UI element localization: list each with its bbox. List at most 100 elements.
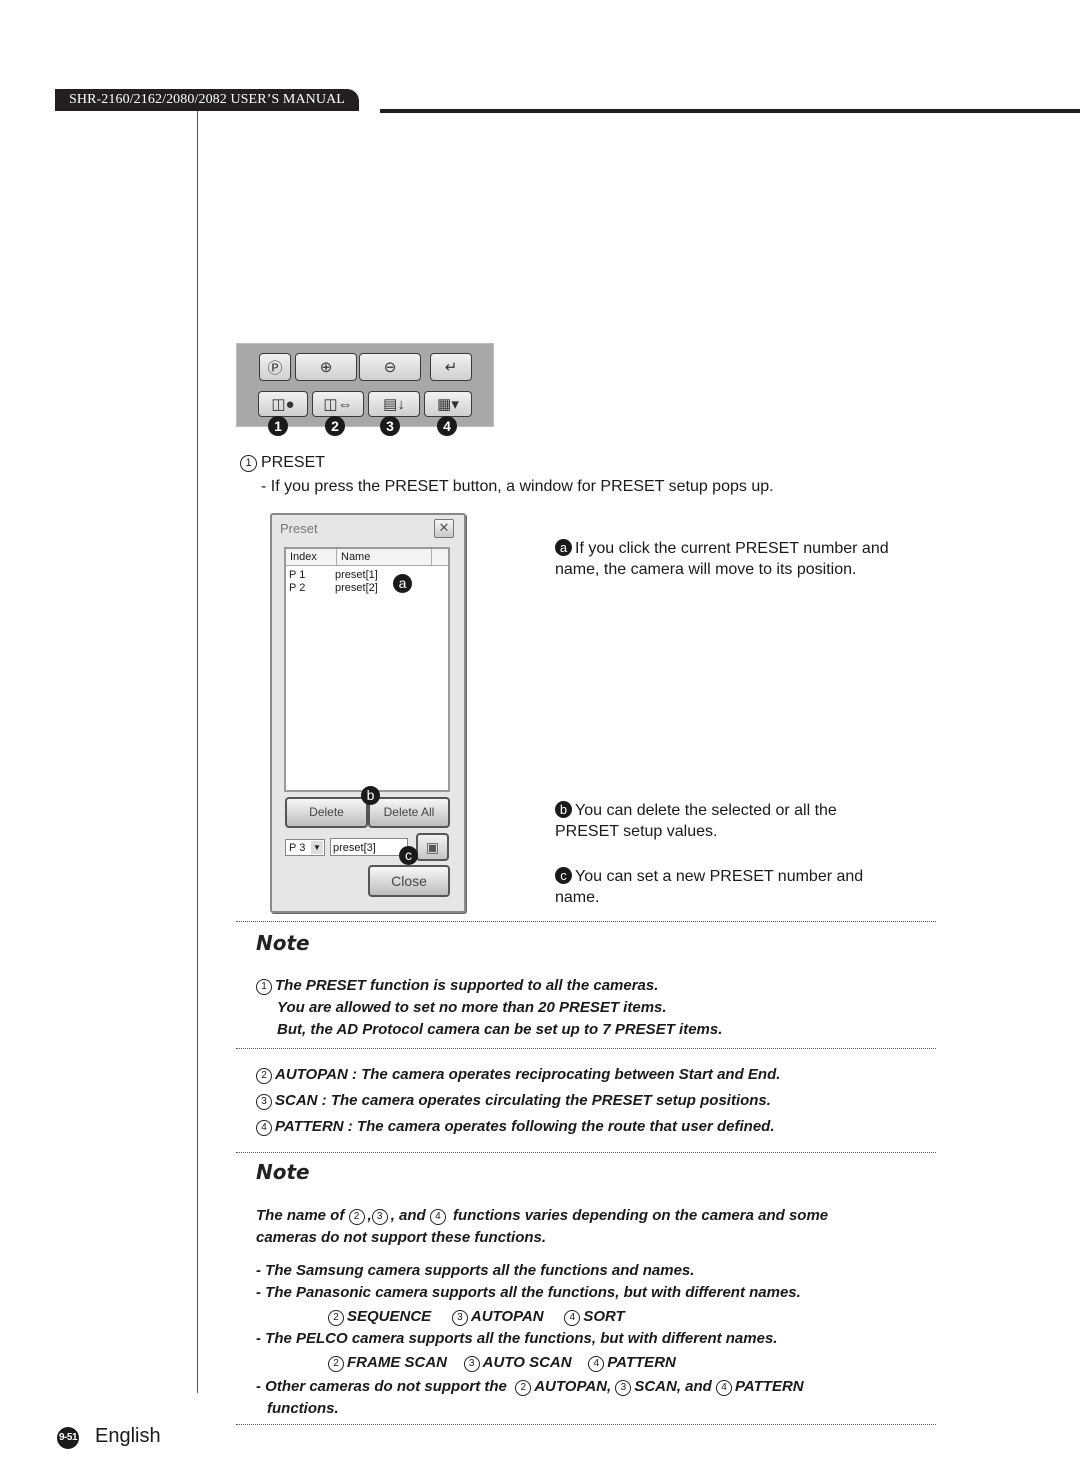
preset-list[interactable]: Index Name P 1 preset[1] P 2 preset[2] (284, 547, 450, 792)
badge-a: a (555, 539, 572, 556)
badge-c: c (555, 867, 572, 884)
annotation-b-text: You can delete the selected or all the P… (555, 802, 837, 840)
pattern-icon: ▦▾ (437, 396, 459, 413)
circled-number: 4 (588, 1356, 605, 1372)
note-text: The name of (256, 1207, 345, 1224)
annotation-c-text: You can set a new PRESET number and name… (555, 868, 864, 906)
column-name[interactable]: Name (337, 549, 432, 565)
label-a: a (393, 574, 412, 593)
zoom-in-icon: ⊕ (319, 359, 333, 376)
circled-number: 3 (451, 1310, 468, 1326)
ptz-toolbar: Ⓟ ⊕ ⊖ ↵ ◫● ◫⇔ ▤↓ ▦▾ (236, 343, 494, 427)
note-heading: Note (256, 1160, 310, 1184)
section-title: PRESET (261, 454, 326, 471)
note-text: functions varies depending on the camera… (453, 1207, 829, 1224)
list-item[interactable]: P 2 preset[2] (286, 582, 448, 595)
pattern-button[interactable]: ▦▾ (424, 391, 472, 417)
select-value: P 3 (289, 842, 306, 854)
circled-number: 3 (371, 1209, 388, 1225)
autopan-button[interactable]: ◫⇔ (312, 391, 364, 417)
note-text: - Other cameras do not support the (256, 1378, 507, 1395)
circled-number: 4 (429, 1209, 446, 1225)
column-index[interactable]: Index (286, 549, 337, 565)
note-line: PATTERN : The camera operates following … (275, 1118, 775, 1135)
circled-number: 2 (515, 1380, 532, 1396)
preset-index: P 1 (289, 569, 306, 581)
function-name: AUTO SCAN (482, 1354, 572, 1371)
zoom-out-icon: ⊖ (383, 359, 397, 376)
function-name: FRAME SCAN (347, 1354, 447, 1371)
circled-number: 1 (240, 455, 257, 472)
enter-button[interactable]: ↵ (430, 353, 472, 381)
note-line: You are allowed to set no more than 20 P… (277, 999, 667, 1016)
circled-number: 3 (256, 1094, 272, 1110)
preset-button[interactable]: ◫● (258, 391, 308, 417)
scan-button[interactable]: ▤↓ (368, 391, 420, 417)
delete-all-button[interactable]: Delete All (368, 797, 450, 828)
function-name: AUTOPAN (470, 1308, 544, 1325)
function-name: SORT (583, 1308, 625, 1325)
circled-number: 2 (256, 1068, 272, 1084)
circled-number: 4 (256, 1120, 272, 1136)
page-number-badge: 9-51 (57, 1427, 79, 1449)
section-description: - If you press the PRESET button, a wind… (261, 478, 774, 495)
function-name: PATTERN (607, 1354, 676, 1371)
chevron-down-icon: ▼ (311, 841, 323, 854)
callout-3: 3 (380, 416, 400, 436)
note-pelco: - The PELCO camera supports all the func… (256, 1330, 778, 1347)
circled-number: 3 (463, 1356, 480, 1372)
preset-number-select[interactable]: P 3 ▼ (285, 839, 325, 856)
circled-number: 4 (716, 1380, 733, 1396)
note-heading: Note (256, 931, 310, 955)
manual-title-tab: SHR-2160/2162/2080/2082 USER’S MANUAL (55, 89, 359, 111)
scan-list-icon: ▤↓ (383, 396, 405, 413)
label-b: b (361, 786, 380, 805)
zoom-out-button[interactable]: ⊖ (359, 353, 421, 381)
note-other-line2: functions. (267, 1400, 339, 1417)
circled-number: 4 (564, 1310, 581, 1326)
circled-number: 2 (328, 1310, 344, 1326)
pelco-names: 2 FRAME SCAN 3 AUTO SCAN 4 PATTERN (328, 1352, 676, 1374)
save-button[interactable]: ▣ (416, 833, 449, 861)
note-item-2: 2 AUTOPAN : The camera operates reciproca… (256, 1064, 780, 1086)
function-name: PATTERN (735, 1378, 804, 1395)
close-icon[interactable]: ✕ (434, 519, 454, 538)
note-intro-line2: cameras do not support these functions. (256, 1229, 547, 1246)
autopan-icon: ◫⇔ (323, 396, 353, 413)
function-name: AUTOPAN, (534, 1378, 612, 1395)
note-item-3: 3 SCAN : The camera operates circulating … (256, 1090, 771, 1112)
note-line: AUTOPAN : The camera operates reciprocat… (275, 1066, 781, 1083)
callout-4: 4 (437, 416, 457, 436)
note-intro: The name of 2,3, and 4 functions varies … (256, 1207, 829, 1225)
list-item[interactable]: P 1 preset[1] (286, 569, 448, 582)
preset-zoom-button[interactable]: Ⓟ (259, 353, 291, 381)
list-header: Index Name (286, 549, 448, 566)
badge-b: b (555, 801, 572, 818)
preset-name: preset[2] (335, 582, 378, 594)
note-line: But, the AD Protocol camera can be set u… (277, 1021, 723, 1038)
preset-name-input[interactable]: preset[3] (330, 838, 408, 856)
zoom-in-button[interactable]: ⊕ (295, 353, 357, 381)
preset-name: preset[1] (335, 569, 378, 581)
delete-button[interactable]: Delete (285, 797, 368, 828)
margin-rule (197, 111, 198, 1393)
circled-number: 1 (256, 979, 272, 995)
callout-1: 1 (268, 416, 288, 436)
header-rule (380, 109, 1080, 113)
preset-index: P 2 (289, 582, 306, 594)
note-line: SCAN : The camera operates circulating t… (275, 1092, 771, 1109)
annotation-c: c You can set a new PRESET number and nam… (555, 866, 900, 908)
section-heading: 1 PRESET (240, 454, 325, 472)
note-item-4: 4 PATTERN : The camera operates following… (256, 1116, 775, 1138)
divider (236, 1152, 936, 1153)
note-item-1: 1 The PRESET function is supported to all… (256, 975, 658, 997)
circled-number: 2 (328, 1356, 344, 1372)
preset-view-icon: ◫● (271, 396, 295, 413)
footer-language: English (95, 1425, 161, 1447)
annotation-a-text: If you click the current PRESET number a… (555, 540, 889, 578)
note-samsung: - The Samsung camera supports all the fu… (256, 1262, 695, 1279)
close-button[interactable]: Close (368, 865, 450, 897)
preset-zoom-icon: Ⓟ (267, 359, 283, 377)
function-name: SCAN, and (634, 1378, 712, 1395)
circled-number: 3 (615, 1380, 632, 1396)
